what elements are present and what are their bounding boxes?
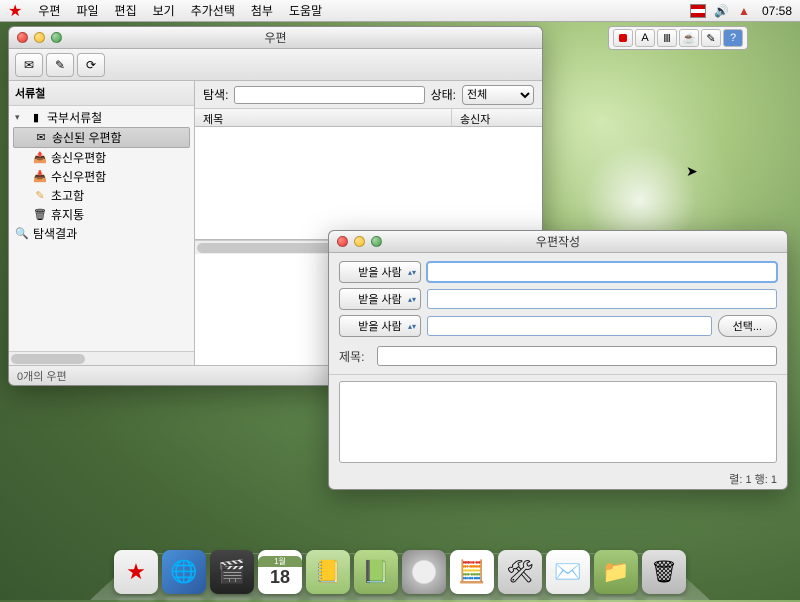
drafts-icon: ✎ xyxy=(33,189,47,203)
ime-help-button[interactable]: ? xyxy=(723,29,743,47)
dropdown-arrows-icon: ▴▾ xyxy=(408,297,416,302)
ime-tool-button[interactable]: ☕ xyxy=(679,29,699,47)
subject-input[interactable] xyxy=(377,346,777,366)
tray-volume-icon[interactable] xyxy=(714,4,730,18)
search-icon: 🔍 xyxy=(15,227,29,241)
mouse-cursor-icon: ➤ xyxy=(686,163,698,180)
close-button[interactable] xyxy=(17,32,28,43)
tree-item-trash[interactable]: 🗑휴지통 xyxy=(13,205,190,224)
mail-toolbar: ✉ ✎ ⟳ xyxy=(9,49,542,81)
dock: ★ 🌐 🎬 1월18 📒 📗 🧮 🛠 ✉️ 📁 🗑 xyxy=(114,550,686,594)
tray-clock[interactable]: 07:58 xyxy=(762,4,792,18)
minimize-button[interactable] xyxy=(354,236,365,247)
tree-item-outbox[interactable]: 📤송신우편함 xyxy=(13,148,190,167)
sidebar-header: 서류철 xyxy=(9,81,194,106)
zoom-button[interactable] xyxy=(51,32,62,43)
dock-app-files[interactable]: 📁 xyxy=(594,550,638,594)
search-label: 탐색: xyxy=(203,86,228,103)
dock-app-trash[interactable]: 🗑 xyxy=(642,550,686,594)
message-list-header: 제목 송신자 xyxy=(195,109,542,127)
compose-window: 우편작성 받을 사람▴▾ 받을 사람▴▾ 받을 사람▴▾ 선택... 제목: 렬… xyxy=(328,230,788,490)
dock-app-utilities[interactable]: 🛠 xyxy=(498,550,542,594)
compose-window-title: 우편작성 xyxy=(329,233,787,250)
close-button[interactable] xyxy=(337,236,348,247)
mail-titlebar[interactable]: 우편 xyxy=(9,27,542,49)
input-method-toolbar: A Ⅲ ☕ ✎ ? xyxy=(608,26,748,50)
tree-item-search-results[interactable]: 🔍탐색결과 xyxy=(13,224,190,243)
tree-item-sent[interactable]: ✉송신된 우편함 xyxy=(13,127,190,148)
dock-app-notes[interactable]: 📒 xyxy=(306,550,350,594)
folder-icon: ▮ xyxy=(29,111,43,125)
status-select[interactable]: 전체 xyxy=(462,85,534,105)
mail-searchbar: 탐색: 상태: 전체 xyxy=(195,81,542,109)
trash-icon: 🗑 xyxy=(33,208,47,222)
tray-notification-icon[interactable] xyxy=(738,4,754,18)
sent-mail-icon: ✉ xyxy=(34,131,48,145)
ime-layout-button[interactable]: Ⅲ xyxy=(657,29,677,47)
ime-text-button[interactable]: A xyxy=(635,29,655,47)
dock-app-disk[interactable] xyxy=(402,550,446,594)
menu-extra[interactable]: 추가선택 xyxy=(183,2,243,19)
select-contacts-button[interactable]: 선택... xyxy=(718,315,777,337)
dock-app-system[interactable]: ★ xyxy=(114,550,158,594)
recipient-input-2[interactable] xyxy=(427,289,777,309)
recipient-type-button-3[interactable]: 받을 사람▴▾ xyxy=(339,315,421,337)
inbox-icon: 📥 xyxy=(33,170,47,184)
subject-label: 제목: xyxy=(339,348,369,365)
dropdown-arrows-icon: ▴▾ xyxy=(408,324,416,329)
dock-app-contacts[interactable]: 📗 xyxy=(354,550,398,594)
toolbar-button-1[interactable]: ✉ xyxy=(15,53,43,77)
menu-mail[interactable]: 우편 xyxy=(30,2,68,19)
recipient-input-1[interactable] xyxy=(427,262,777,282)
dropdown-arrows-icon: ▴▾ xyxy=(408,270,416,275)
status-label: 상태: xyxy=(431,86,456,103)
mail-window-title: 우편 xyxy=(9,29,542,46)
zoom-button[interactable] xyxy=(371,236,382,247)
col-sender[interactable]: 송신자 xyxy=(452,109,542,126)
toolbar-button-3[interactable]: ⟳ xyxy=(77,53,105,77)
minimize-button[interactable] xyxy=(34,32,45,43)
dock-app-media[interactable]: 🎬 xyxy=(210,550,254,594)
menu-help[interactable]: 도움말 xyxy=(281,2,330,19)
tree-item-root[interactable]: ▾▮국부서류철 xyxy=(13,108,190,127)
compose-body[interactable] xyxy=(339,381,777,463)
tray-flag-icon[interactable] xyxy=(690,4,706,18)
dock-app-mail[interactable]: ✉️ xyxy=(546,550,590,594)
toolbar-button-2[interactable]: ✎ xyxy=(46,53,74,77)
recipient-type-button-2[interactable]: 받을 사람▴▾ xyxy=(339,288,421,310)
dock-app-calculator[interactable]: 🧮 xyxy=(450,550,494,594)
recipient-type-button-1[interactable]: 받을 사람▴▾ xyxy=(339,261,421,283)
col-subject[interactable]: 제목 xyxy=(195,109,452,126)
search-input[interactable] xyxy=(234,86,424,104)
compose-statusbar: 렬: 1 행: 1 xyxy=(329,471,787,489)
system-star-icon[interactable]: ★ xyxy=(8,1,22,21)
mail-sidebar: 서류철 ▾▮국부서류철 ✉송신된 우편함 📤송신우편함 📥수신우편함 ✎초고함 … xyxy=(9,81,195,365)
dock-app-calendar[interactable]: 1월18 xyxy=(258,550,302,594)
ime-record-icon[interactable] xyxy=(613,29,633,47)
menu-view[interactable]: 보기 xyxy=(145,2,183,19)
tree-item-inbox[interactable]: 📥수신우편함 xyxy=(13,167,190,186)
menu-edit[interactable]: 편집 xyxy=(107,2,145,19)
ime-edit-button[interactable]: ✎ xyxy=(701,29,721,47)
outbox-icon: 📤 xyxy=(33,151,47,165)
message-list[interactable] xyxy=(195,127,542,240)
recipient-input-3[interactable] xyxy=(427,316,712,336)
folder-tree: ▾▮국부서류철 ✉송신된 우편함 📤송신우편함 📥수신우편함 ✎초고함 🗑휴지통… xyxy=(9,106,194,351)
menu-attach[interactable]: 첨부 xyxy=(243,2,281,19)
tree-item-drafts[interactable]: ✎초고함 xyxy=(13,186,190,205)
compose-titlebar[interactable]: 우편작성 xyxy=(329,231,787,253)
sidebar-scrollbar[interactable] xyxy=(9,351,194,365)
system-menubar: ★ 우편 파일 편집 보기 추가선택 첨부 도움말 07:58 xyxy=(0,0,800,22)
dock-app-browser[interactable]: 🌐 xyxy=(162,550,206,594)
menu-file[interactable]: 파일 xyxy=(68,2,106,19)
